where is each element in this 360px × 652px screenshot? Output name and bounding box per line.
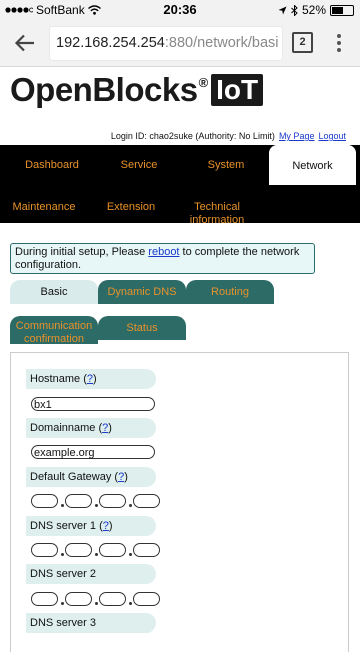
status-bar: SoftBank 20:36 52% [0, 0, 360, 20]
location-icon [278, 6, 287, 14]
logo-registered-mark: ® [198, 75, 209, 90]
dns2-octet-2[interactable] [65, 592, 92, 606]
nav-dashboard[interactable]: Dashboard [20, 159, 84, 171]
nav-technical-information[interactable]: Technical information [180, 201, 254, 227]
tab-communication-line1: Communication [15, 320, 93, 332]
gateway-help-link[interactable]: ? [118, 471, 124, 483]
dns1-label-text: DNS server 1 [30, 520, 97, 532]
dns-server-3-label: DNS server 3 [26, 613, 156, 633]
setup-notice: During initial setup, Please reboot to c… [10, 243, 315, 274]
login-id-text: Login ID: chao2suke (Authority: No Limit… [110, 131, 275, 141]
nav-technical-line1: Technical [194, 201, 240, 213]
domainname-label: Domainname (?) [26, 418, 156, 438]
tab-status[interactable]: Status [98, 316, 186, 340]
back-arrow-icon[interactable] [14, 32, 36, 54]
gateway-octet-1[interactable] [31, 494, 58, 508]
octet-separator [95, 504, 98, 507]
openblocks-logo: OpenBlocks ® IoT [10, 71, 264, 108]
tab-switcher-button[interactable]: 2 [292, 32, 313, 53]
tab-dynamic-dns[interactable]: Dynamic DNS [98, 280, 186, 304]
gateway-label-text: Default Gateway [30, 471, 112, 483]
nav-maintenance[interactable]: Maintenance [8, 201, 80, 213]
tab-basic[interactable]: Basic [10, 280, 98, 304]
dns1-octet-3[interactable] [99, 543, 126, 557]
gateway-octet-2[interactable] [65, 494, 92, 508]
url-host: 192.168.254.254 [56, 35, 165, 51]
reboot-link[interactable]: reboot [148, 246, 179, 258]
tab-communication-confirmation[interactable]: Communication confirmation [10, 316, 98, 345]
dns1-octet-4[interactable] [133, 543, 160, 557]
gateway-octet-3[interactable] [99, 494, 126, 508]
gateway-octet-4[interactable] [133, 494, 160, 508]
dns1-octet-2[interactable] [65, 543, 92, 557]
overflow-menu-icon[interactable] [336, 32, 342, 54]
url-path: :880/network/basi [164, 35, 279, 51]
dns2-octet-1[interactable] [31, 592, 58, 606]
my-page-link[interactable]: My Page [279, 131, 315, 141]
octet-separator [61, 553, 64, 556]
domainname-help-link[interactable]: ? [102, 422, 108, 434]
main-nav: Dashboard Service System Network Mainten… [0, 145, 360, 226]
nav-system[interactable]: System [196, 159, 256, 171]
browser-toolbar: 192.168.254.254:880/network/basi 2 [0, 20, 360, 67]
logout-link[interactable]: Logout [318, 131, 346, 141]
status-bar-right: 52% [278, 3, 354, 17]
hostname-label: Hostname (?) [26, 369, 156, 389]
nav-extension[interactable]: Extension [102, 201, 160, 213]
hostname-label-text: Hostname [30, 373, 81, 385]
octet-separator [129, 504, 132, 507]
login-info: Login ID: chao2suke (Authority: No Limit… [111, 131, 346, 141]
tab-routing[interactable]: Routing [186, 280, 274, 304]
domainname-label-text: Domainname [30, 422, 96, 434]
dns2-octet-3[interactable] [99, 592, 126, 606]
battery-percent: 52% [301, 3, 326, 17]
dns-server-2-label: DNS server 2 [26, 564, 156, 584]
nav-service[interactable]: Service [110, 159, 168, 171]
octet-separator [95, 553, 98, 556]
notice-text-before: During initial setup, Please [15, 246, 149, 258]
tab-communication-line2: confirmation [24, 333, 84, 345]
octet-separator [95, 602, 98, 605]
logo-iot-badge: IoT [211, 74, 264, 106]
dns1-help-link[interactable]: ? [103, 520, 109, 532]
nav-network[interactable]: Network [269, 145, 356, 185]
dns2-octet-4[interactable] [133, 592, 160, 606]
address-bar[interactable]: 192.168.254.254:880/network/basi [50, 27, 282, 60]
hostname-input[interactable]: bx1 [31, 397, 155, 411]
octet-separator [129, 602, 132, 605]
logo-text: OpenBlocks [10, 71, 198, 108]
bluetooth-icon [291, 4, 298, 16]
dns1-octet-1[interactable] [31, 543, 58, 557]
default-gateway-label: Default Gateway (?) [26, 467, 156, 487]
octet-separator [61, 602, 64, 605]
octet-separator [129, 553, 132, 556]
hostname-help-link[interactable]: ? [87, 373, 93, 385]
octet-separator [61, 504, 64, 507]
dns-server-1-label: DNS server 1 (?) [26, 516, 156, 536]
nav-technical-line2: information [189, 214, 245, 226]
battery-icon [330, 4, 354, 16]
domainname-input[interactable]: example.org [31, 445, 155, 459]
